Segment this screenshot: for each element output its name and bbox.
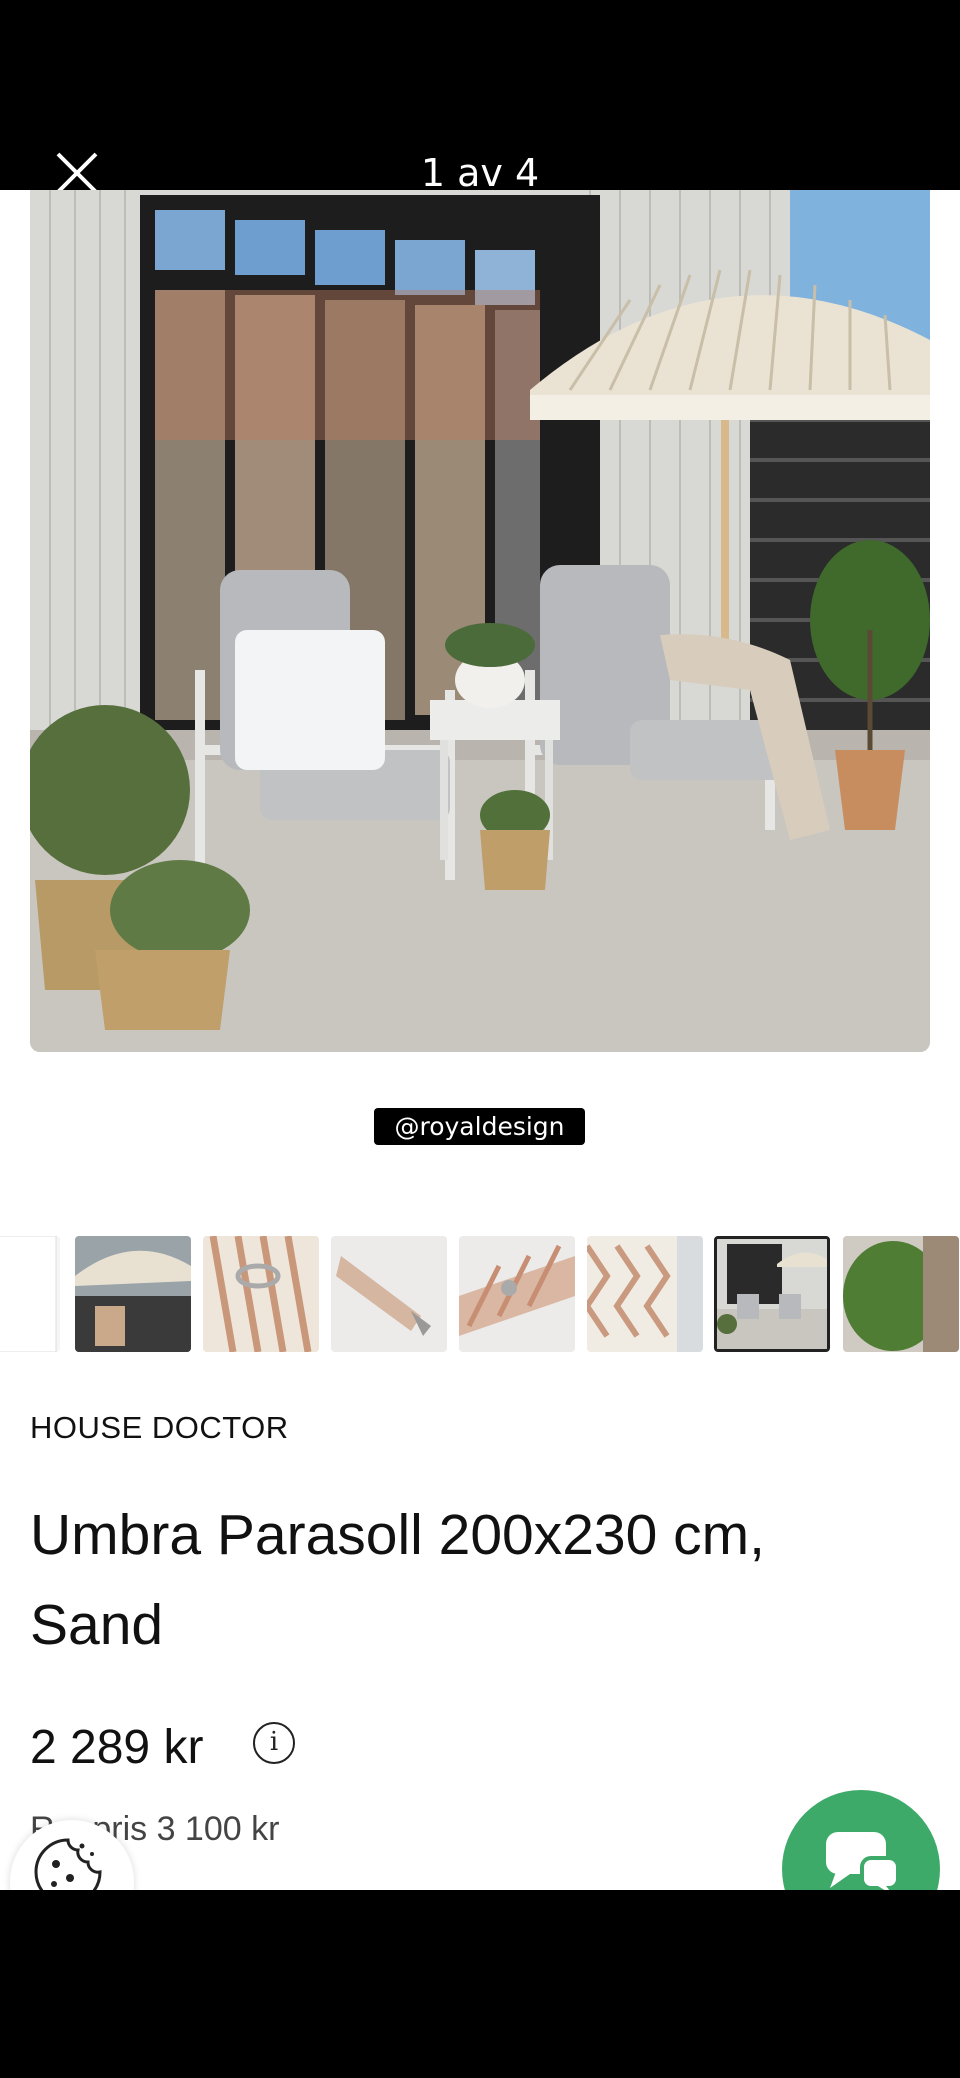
product-brand[interactable]: HOUSE DOCTOR [30,1410,289,1446]
thumbnail-patio-selected[interactable] [714,1236,830,1352]
thumbnail-pole-tip[interactable] [331,1236,447,1352]
product-title: Umbra Parasoll 200x230 cm, Sand [30,1503,765,1657]
bottom-bar [0,1890,960,2078]
thumbnail-fabric-clip[interactable] [459,1236,575,1352]
chat-button[interactable] [782,1790,940,1890]
photo-credit: @royaldesign [374,1108,585,1145]
thumbnail-strip[interactable] [0,1236,960,1354]
cookie-icon [34,1838,102,1890]
info-icon[interactable]: i [253,1722,295,1764]
thumbnail-parasol-lifestyle[interactable] [75,1236,191,1352]
product-page: @royaldesign HOUSE DOCTOR Umbra Parasoll… [0,190,960,1890]
chat-icon [826,1832,900,1890]
top-bar: 1 av 4 [0,0,960,195]
thumbnail-plants[interactable] [843,1236,959,1352]
thumbnail-white[interactable] [0,1236,60,1352]
product-image[interactable] [30,190,930,1052]
thumbnail-fringe[interactable] [587,1236,703,1352]
thumbnail-fabric-ring[interactable] [203,1236,319,1352]
product-price: 2 289 kr [30,1721,204,1774]
